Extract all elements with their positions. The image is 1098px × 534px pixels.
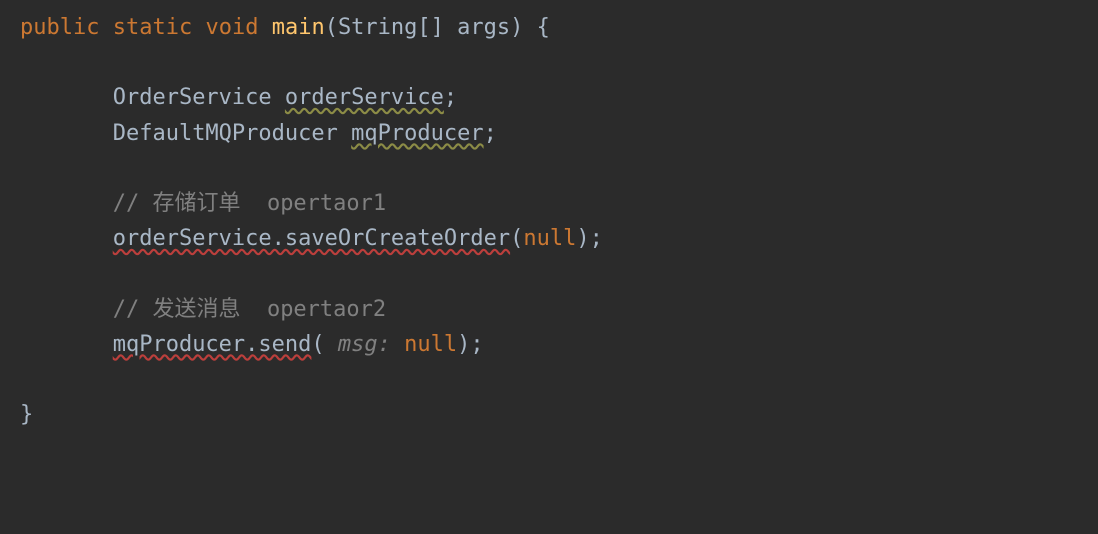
line-10: mqProducer.send( msg: null); — [20, 332, 484, 357]
brace-close: } — [20, 402, 33, 427]
keyword-null-2: null — [404, 332, 457, 357]
var-orderservice: orderService — [285, 85, 444, 110]
comment-2: // 发送消息 opertaor2 — [113, 297, 386, 322]
keyword-void: void — [205, 15, 258, 40]
var-mqproducer: mqProducer — [351, 121, 483, 146]
paren-close: ) — [576, 226, 589, 251]
type-string: String — [338, 15, 417, 40]
semicolon: ; — [590, 226, 603, 251]
paren-open: ( — [325, 15, 338, 40]
paren-open: ( — [311, 332, 324, 357]
comment-1: // 存储订单 opertaor1 — [113, 191, 386, 216]
paren-close: ) — [510, 15, 523, 40]
keyword-null-1: null — [523, 226, 576, 251]
keyword-static: static — [113, 15, 192, 40]
line-6: // 存储订单 opertaor1 — [20, 191, 386, 216]
param-hint-msg: msg: — [325, 332, 404, 357]
line-9: // 发送消息 opertaor2 — [20, 297, 386, 322]
type-orderservice: OrderService — [113, 85, 272, 110]
method-name-main: main — [272, 15, 325, 40]
brace-open: { — [537, 15, 550, 40]
param-args: args — [457, 15, 510, 40]
brackets: [] — [417, 15, 444, 40]
code-editor[interactable]: public static void main(String[] args) {… — [20, 10, 1098, 432]
keyword-public: public — [20, 15, 99, 40]
call-send: mqProducer.send — [113, 332, 312, 357]
line-7: orderService.saveOrCreateOrder(null); — [20, 226, 603, 251]
paren-open: ( — [510, 226, 523, 251]
semicolon: ; — [484, 121, 497, 146]
line-12: } — [20, 402, 33, 427]
paren-close: ) — [457, 332, 470, 357]
line-4: DefaultMQProducer mqProducer; — [20, 121, 497, 146]
line-1: public static void main(String[] args) { — [20, 15, 550, 40]
type-defaultmqproducer: DefaultMQProducer — [113, 121, 338, 146]
call-saveorcreate: orderService.saveOrCreateOrder — [113, 226, 510, 251]
line-3: OrderService orderService; — [20, 85, 457, 110]
semicolon: ; — [470, 332, 483, 357]
semicolon: ; — [444, 85, 457, 110]
